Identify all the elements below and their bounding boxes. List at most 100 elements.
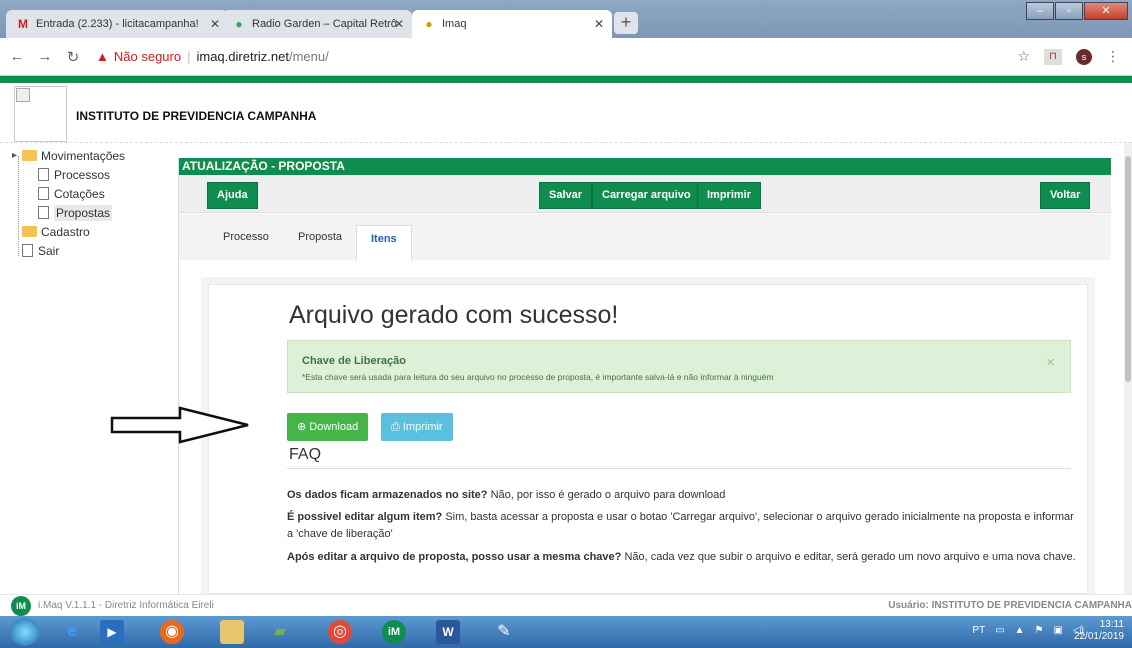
window-close-button[interactable]: ✕: [1084, 2, 1128, 20]
menu-icon[interactable]: ⋮: [1106, 48, 1120, 65]
warning-icon: ▲: [96, 49, 109, 64]
flag-icon[interactable]: ⚑: [1035, 625, 1044, 636]
alert-text: *Esta chave será usada para leitura do s…: [302, 372, 774, 382]
clock-date: 22/01/2019: [1073, 631, 1124, 642]
separator: |: [187, 49, 191, 64]
security-label: Não seguro: [113, 49, 182, 64]
faq-item: Após editar a arquivo de proposta, posso…: [287, 549, 1077, 566]
tree-label: Propostas: [54, 204, 113, 221]
broken-logo-image: [14, 86, 67, 142]
tab-itens[interactable]: Itens: [356, 225, 412, 261]
radio-icon: ●: [235, 17, 243, 31]
maximize-button[interactable]: ▫: [1055, 2, 1083, 20]
panel-tabs: Processo Proposta Itens: [179, 214, 1111, 261]
tab-label: Imaq: [442, 18, 467, 30]
print-button[interactable]: ⎙ Imprimir: [381, 413, 453, 441]
user-text: Usuário: INSTITUTO DE PREVIDENCIA CAMPAN…: [888, 600, 1132, 611]
keyboard-icon[interactable]: ▭: [995, 625, 1004, 636]
window-controls: – ▫ ✕: [1025, 2, 1128, 20]
alert-title: Chave de Liberação: [302, 355, 406, 367]
faq-answer: Não, cada vez que subir o arquivo e edit…: [621, 551, 1076, 563]
tree-label: Processos: [54, 167, 111, 182]
tree-item-cadastro[interactable]: Cadastro: [12, 222, 125, 241]
tree-item-processos[interactable]: Processos: [12, 165, 125, 184]
ajuda-button[interactable]: Ajuda: [207, 182, 258, 209]
tree-item-cotacoes[interactable]: Cotações: [12, 184, 125, 203]
ie-icon[interactable]: e: [60, 620, 84, 644]
close-icon[interactable]: ✕: [210, 17, 220, 31]
faq-answer: Não, por isso é gerado o arquivo para do…: [487, 489, 726, 501]
gmail-icon: M: [18, 17, 28, 31]
minimize-button[interactable]: –: [1026, 2, 1054, 20]
download-label: Download: [309, 421, 359, 433]
star-icon[interactable]: ☆: [1017, 48, 1030, 65]
clock[interactable]: 13:11 22/01/2019: [1074, 619, 1124, 643]
tree-label: Cadastro: [41, 224, 90, 239]
page-header: INSTITUTO DE PREVIDENCIA CAMPANHA: [0, 83, 1132, 143]
tree-item-sair[interactable]: Sair: [12, 241, 125, 260]
version-text: i.Maq V.1.1.1 - Diretriz Informática Eir…: [38, 600, 214, 611]
close-icon[interactable]: ×: [1046, 354, 1055, 371]
language-indicator[interactable]: PT: [972, 625, 985, 636]
page-scrollbar[interactable]: [1124, 143, 1132, 594]
site-icon: ●: [425, 17, 433, 31]
arrow-annotation-icon: [110, 406, 249, 444]
panel-title: ATUALIZAÇÃO - PROPOSTA: [179, 158, 1111, 175]
firefox-icon[interactable]: ◉: [160, 620, 184, 644]
salvar-button[interactable]: Salvar: [539, 182, 593, 209]
pdf-extension-icon[interactable]: ⊓: [1044, 48, 1062, 65]
tab-label: Entrada (2.233) - licitacampanha!: [36, 18, 199, 30]
download-button[interactable]: ⊕ Download: [287, 413, 369, 441]
show-hidden-icon[interactable]: ▲: [1015, 625, 1025, 636]
download-icon: ⊕: [297, 421, 307, 433]
address-bar: ← → ↻ ▲ Não seguro | imaq.diretriz.net/m…: [0, 38, 1132, 76]
tree-item-propostas[interactable]: Propostas: [12, 203, 125, 222]
media-icon[interactable]: ▶: [100, 620, 124, 644]
word-icon[interactable]: W: [436, 620, 460, 644]
chrome-icon[interactable]: ◎: [328, 620, 352, 644]
scrollbar-thumb[interactable]: [1125, 156, 1131, 382]
folder-icon: [22, 226, 37, 237]
content-card: Arquivo gerado com sucesso! Chave de Lib…: [208, 284, 1088, 594]
sidebar-tree: ▸ Movimentações Processos Cotações Propo…: [12, 146, 125, 260]
new-tab-button[interactable]: +: [614, 12, 638, 34]
url-host: imaq.diretriz.net: [196, 49, 289, 64]
print-label: Imprimir: [402, 421, 443, 433]
faq-title: FAQ: [289, 446, 322, 463]
tab-label: Radio Garden – Capital Retrô: [252, 18, 397, 30]
network-icon[interactable]: ▣: [1054, 625, 1063, 636]
page-icon: [22, 244, 33, 257]
faq-item: É possivel editar algum item? Sim, basta…: [287, 509, 1077, 543]
top-green-bar: [0, 76, 1132, 83]
paint-icon[interactable]: ✎: [492, 620, 516, 644]
browser-tab-gmail[interactable]: M Entrada (2.233) - licitacampanha! ✕: [6, 10, 228, 38]
carregar-arquivo-button[interactable]: Carregar arquivo: [592, 182, 701, 209]
imprimir-button[interactable]: Imprimir: [697, 182, 762, 209]
page-icon: [38, 187, 49, 200]
back-icon[interactable]: ←: [6, 48, 28, 65]
tab-proposta[interactable]: Proposta: [298, 231, 342, 243]
tree-label: Sair: [38, 243, 60, 258]
page-icon: [38, 168, 49, 181]
tree-item-movimentacoes[interactable]: ▸ Movimentações: [12, 146, 125, 165]
forward-icon[interactable]: →: [34, 48, 56, 65]
reload-icon[interactable]: ↻: [62, 48, 84, 66]
system-tray: PT ▭ ▲ ⚑ ▣ ◁): [972, 625, 1084, 636]
url-field[interactable]: ▲ Não seguro | imaq.diretriz.net/menu/: [96, 49, 329, 64]
tab-processo[interactable]: Processo: [223, 231, 269, 243]
browser-tab-radio[interactable]: ● Radio Garden – Capital Retrô ✕: [222, 10, 412, 38]
print-icon: ⎙: [391, 421, 400, 433]
close-icon[interactable]: ✕: [394, 17, 404, 31]
page-icon: [38, 206, 49, 219]
windows-taskbar: e ▶ ◉ ▰ ◎ iM W ✎ PT ▭ ▲ ⚑ ▣ ◁) 13:11 22/…: [0, 616, 1132, 648]
browser-tab-imaq[interactable]: ● Imaq ✕: [412, 10, 612, 38]
explorer-icon[interactable]: [220, 620, 244, 644]
close-icon[interactable]: ✕: [594, 17, 604, 31]
profile-avatar[interactable]: s: [1076, 48, 1092, 65]
folder-icon[interactable]: ▰: [268, 620, 292, 644]
voltar-button[interactable]: Voltar: [1040, 182, 1091, 209]
start-button[interactable]: [10, 618, 40, 646]
divider: [287, 468, 1071, 469]
imaq-icon[interactable]: iM: [382, 620, 406, 644]
clock-time: 13:11: [1099, 619, 1124, 630]
